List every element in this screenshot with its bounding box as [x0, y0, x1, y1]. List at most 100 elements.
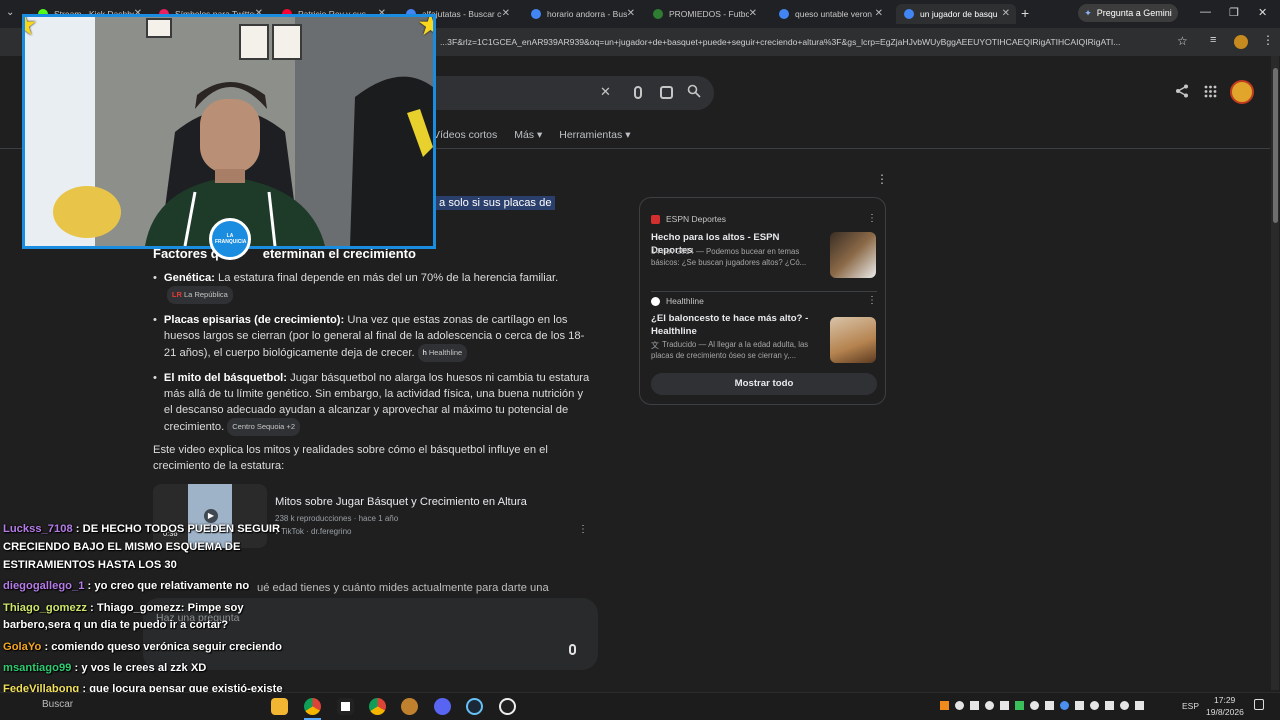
citation-chip[interactable]: h Healthline — [417, 344, 468, 362]
browser-tab[interactable]: horario andorra - Bus ✕ — [523, 4, 641, 24]
source-more-icon[interactable]: ⋮ — [867, 295, 877, 306]
chat-text-continued: barbero,sera q un dia te puedo ir a cort… — [3, 619, 229, 631]
chat-message: diegogallego_1 : yo creo que relativamen… — [3, 580, 250, 592]
tab-videos-cortos[interactable]: Vídeos cortos — [433, 129, 497, 141]
tab-label: PROMIEDOS - Futbol — [669, 9, 749, 19]
tab-list-chevron-icon[interactable]: ⌄ — [6, 7, 14, 18]
source-thumbnail — [830, 232, 876, 278]
star-decoration-icon: ★ — [25, 17, 38, 43]
source-card-healthline[interactable]: Healthline ⋮ ¿El baloncesto te hace más … — [651, 294, 877, 366]
source-more-icon[interactable]: ⋮ — [867, 213, 877, 224]
system-tray-icons[interactable] — [940, 701, 1170, 713]
close-tab-icon[interactable]: ✕ — [1002, 8, 1010, 19]
voice-search-icon[interactable] — [634, 86, 642, 99]
tab-favicon-icon — [531, 9, 541, 19]
mic-icon[interactable] — [569, 644, 576, 655]
account-avatar[interactable] — [1230, 80, 1254, 104]
chat-message: msantiago99 : y vos le crees al zzk XD — [3, 662, 207, 674]
video-title[interactable]: Mitos sobre Jugar Básquet y Crecimiento … — [275, 496, 527, 508]
chat-message: Thiago_gomezz : Thiago_gomezz: Pimpe soy — [3, 602, 244, 614]
chat-username[interactable]: Thiago_gomezz — [3, 602, 87, 614]
share-icon[interactable] — [1175, 84, 1189, 103]
taskbar-search[interactable]: Buscar — [42, 699, 73, 710]
browser-tab[interactable]: queso untable veron ✕ — [771, 4, 889, 24]
search-nav-tabs: Vídeos cortos Más ▾ Herramientas ▾ — [433, 129, 630, 141]
discord-icon[interactable] — [434, 698, 451, 715]
chrome-icon[interactable] — [304, 698, 321, 715]
chat-username[interactable]: msantiago99 — [3, 662, 71, 674]
source-card-espn[interactable]: ESPN Deportes ⋮ Hecho para los altos - E… — [651, 212, 877, 282]
profile-avatar-icon[interactable] — [1234, 35, 1248, 49]
notifications-icon[interactable] — [1254, 699, 1264, 710]
badge-label: LA FRANQUICIA — [215, 233, 247, 245]
video-intro-text: Este video explica los mitos y realidade… — [153, 444, 548, 472]
browser-tab[interactable]: PROMIEDOS - Futbol ✕ — [645, 4, 763, 24]
file-explorer-icon[interactable] — [271, 698, 288, 715]
citation-chip[interactable]: LR La República — [166, 286, 233, 304]
lens-search-icon[interactable] — [660, 86, 673, 99]
show-all-button[interactable]: Mostrar todo — [651, 373, 877, 395]
game-app-icon[interactable] — [401, 698, 418, 715]
tab-label: un jugador de basqu — [920, 9, 998, 19]
chat-text: comiendo queso verónica seguir creciendo — [51, 641, 282, 653]
chat-username[interactable]: Luckss_7108 — [3, 523, 73, 535]
stream-overlay-badge: LA FRANQUICIA — [209, 218, 251, 260]
close-tab-icon[interactable]: ✕ — [749, 8, 757, 19]
webcam-scene — [25, 17, 433, 246]
scrollbar-thumb[interactable] — [1273, 68, 1278, 223]
tab-herramientas[interactable]: Herramientas ▾ — [559, 129, 630, 141]
search-icon[interactable] — [687, 84, 701, 101]
video-meta: 238 k reproducciones · hace 1 año — [275, 514, 399, 523]
reading-list-icon[interactable]: ≡ — [1210, 34, 1216, 46]
video-source: ♪ TikTok · dr.feregrino — [275, 527, 352, 536]
chat-text-continued: ESTIRAMIENTOS HASTA LOS 30 — [3, 559, 177, 571]
play-icon: ▶ — [204, 509, 218, 523]
close-tab-icon[interactable]: ✕ — [627, 8, 635, 19]
restore-window-button[interactable]: ❐ — [1229, 6, 1239, 19]
video-more-icon[interactable]: ⋮ — [578, 524, 588, 535]
gemini-sparkle-icon: ✦ — [1084, 7, 1092, 18]
chat-message: Luckss_7108 : DE HECHO TODOS PUEDEN SEGU… — [3, 523, 281, 535]
media-app-icon[interactable] — [337, 698, 354, 715]
ask-gemini-label: Pregunta a Gemini — [1096, 8, 1172, 18]
minimize-window-button[interactable]: — — [1200, 6, 1211, 18]
clock-date[interactable]: 19/8/2026 — [1206, 707, 1244, 717]
apps-grid-icon[interactable] — [1204, 85, 1217, 103]
chat-text: Thiago_gomezz: Pimpe soy — [96, 602, 244, 614]
espn-favicon-icon — [651, 215, 660, 224]
browser-menu-icon[interactable]: ⋮ — [1262, 33, 1274, 47]
video-result[interactable]: ▶ 0:36 Mitos sobre Jugar Básquet y Creci… — [153, 484, 593, 548]
video-thumbnail[interactable]: ▶ 0:36 — [153, 484, 267, 548]
citation-chip[interactable]: Centro Sequoia +2 — [227, 418, 300, 436]
tab-mas[interactable]: Más ▾ — [514, 129, 542, 141]
language-indicator[interactable]: ESP — [1182, 701, 1199, 711]
close-tab-icon[interactable]: ✕ — [502, 8, 510, 19]
address-bar[interactable]: ...3F&rlz=1C1GCEA_enAR939AR939&oq=un+jug… — [440, 37, 1170, 47]
close-tab-icon[interactable]: ✕ — [875, 8, 883, 19]
streamer-webcam: ★ ★ — [22, 14, 436, 249]
star-decoration-icon: ★ — [417, 17, 433, 43]
search-input[interactable]: ✕ — [432, 76, 714, 110]
source-divider — [651, 291, 877, 292]
ai-bullet-placas: • Placas episarias (de crecimiento): Una… — [153, 312, 593, 362]
ai-followup-text: ué edad tienes y cuánto mides actualment… — [257, 582, 549, 594]
ai-overview-more-icon[interactable]: ⋮ — [876, 172, 888, 186]
chrome-profile-icon[interactable] — [369, 698, 386, 715]
close-window-button[interactable]: ✕ — [1258, 6, 1267, 19]
recording-app-icon[interactable] — [499, 698, 516, 715]
healthline-favicon-icon — [651, 297, 660, 306]
ai-overview-list: • Genética: La estatura final depende en… — [153, 270, 593, 436]
chat-username[interactable]: GolaYo — [3, 641, 41, 653]
clear-search-icon[interactable]: ✕ — [600, 84, 611, 100]
chat-text-continued: CRECIENDO BAJO EL MISMO ESQUEMA DE — [3, 541, 241, 553]
page-scrollbar[interactable] — [1271, 56, 1279, 690]
browser-tab[interactable]: un jugador de basqu ✕ — [896, 4, 1016, 24]
new-tab-button[interactable]: + — [1021, 5, 1029, 21]
clock-time[interactable]: 17:29 — [1214, 695, 1235, 705]
ask-gemini-button[interactable]: ✦ Pregunta a Gemini — [1078, 4, 1178, 22]
chat-username[interactable]: diegogallego_1 — [3, 580, 84, 592]
bookmark-star-icon[interactable]: ☆ — [1177, 34, 1188, 48]
tab-label: queso untable veron — [795, 9, 873, 19]
tab-favicon-icon — [779, 9, 789, 19]
steam-icon[interactable] — [466, 698, 483, 715]
